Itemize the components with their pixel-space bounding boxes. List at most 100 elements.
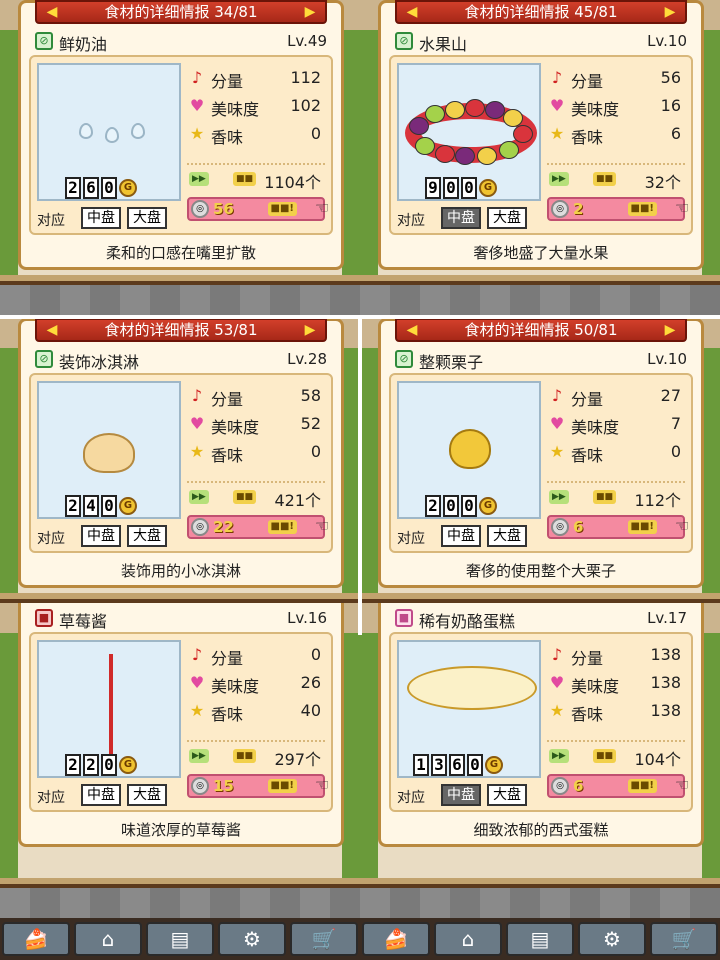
next-arrow-icon[interactable]: ▶	[663, 322, 677, 338]
order-tag-icon: ▶▶	[189, 172, 209, 186]
prev-arrow-icon[interactable]: ◀	[45, 4, 59, 20]
ingredient-image: 220G	[37, 640, 181, 778]
stock-count: 1104个	[264, 173, 321, 192]
next-arrow-icon[interactable]: ▶	[303, 322, 317, 338]
stat-row: ♪ 分量 56	[547, 65, 685, 91]
medium-plate-button[interactable]: 中盘	[81, 207, 121, 229]
ingredient-description: 味道浓厚的草莓酱	[120, 821, 241, 839]
cake-icon[interactable]: 🍰	[2, 922, 70, 956]
cream-drop	[105, 127, 119, 143]
shop-icon[interactable]: ⌂	[74, 922, 142, 956]
ingredient-level: Lv.17	[647, 609, 687, 627]
upgrade-tag-icon: ■■!	[267, 202, 297, 216]
upgrade-medal-bar[interactable]: ◎ 56 ■■! ☜	[187, 197, 329, 221]
upgrade-medal-bar[interactable]: ◎ 2 ■■! ☜	[547, 197, 689, 221]
stat-row: ★ 香味 40	[187, 698, 325, 724]
ingredient-name: 鲜奶油	[59, 35, 108, 54]
shop-icon[interactable]: ⌂	[434, 922, 502, 956]
cart-icon[interactable]: 🛒	[650, 922, 718, 956]
stat-label: 美味度	[211, 677, 260, 696]
prev-arrow-icon[interactable]: ◀	[405, 4, 419, 20]
medal-count: 6	[573, 777, 584, 795]
ingredient-detail-panel: 食材的详细情报 34/81 ◀ ▶ ⊘ 鲜奶油 Lv.49 2 6 0 G 对应 中盘 大盘 ♪ 分量 112…	[18, 0, 344, 270]
gear-bag-icon[interactable]: ⚙	[578, 922, 646, 956]
stat-value: 56	[660, 68, 681, 87]
cake-icon[interactable]: 🍰	[362, 922, 430, 956]
medium-plate-button[interactable]: 中盘	[81, 525, 121, 547]
stat-row: ♪ 分量 27	[547, 383, 685, 409]
cart-icon[interactable]: 🛒	[290, 922, 358, 956]
pointing-hand-icon[interactable]: ☜	[309, 774, 335, 796]
cheesecake	[407, 666, 537, 746]
stat-label: 分量	[571, 72, 604, 91]
price-display: 240G	[65, 495, 137, 519]
ingredient-category-icon: ⊘	[395, 350, 413, 368]
ingredient-description: 柔和的口感在嘴里扩散	[105, 244, 256, 262]
ingredient-detail-panel: 食材的详细情报 50/81 ◀ ▶ ⊘ 整颗栗子 Lv.10 2 0 0 G 对应 中盘 大盘 ♪ 分量 27…	[378, 318, 704, 588]
pointing-hand-icon[interactable]: ☜	[669, 197, 695, 219]
medal-icon: ◎	[551, 518, 569, 536]
pointing-hand-icon[interactable]: ☜	[309, 197, 335, 219]
next-arrow-icon[interactable]: ▶	[303, 4, 317, 20]
gold-coin-icon: G	[479, 179, 497, 197]
pointing-hand-icon[interactable]: ☜	[669, 774, 695, 796]
large-plate-button[interactable]: 大盘	[487, 784, 527, 806]
gold-coin-icon: G	[479, 497, 497, 515]
medium-plate-button[interactable]: 中盘	[441, 784, 481, 806]
large-plate-button[interactable]: 大盘	[127, 525, 167, 547]
card-screenshot: ■ 草莓酱 Lv.16 2 2 0 G 对应 中盘 大盘 ♪ 分量 0 ♥ 美味度 26 ★ 香味 40 ▶▶ ■■ 29…	[0, 603, 360, 918]
pointing-hand-icon[interactable]: ☜	[669, 515, 695, 537]
ice-cream-scoop	[83, 433, 135, 473]
medium-plate-button[interactable]: 中盘	[81, 784, 121, 806]
gold-coin-icon: G	[119, 756, 137, 774]
stat-label: 香味	[571, 446, 604, 465]
stat-row: ★ 香味 6	[547, 121, 685, 147]
upgrade-medal-bar[interactable]: ◎ 15 ■■! ☜	[187, 774, 329, 798]
stat-row: ♪ 分量 0	[187, 642, 325, 668]
star-icon: ★	[189, 124, 205, 143]
stall-icon[interactable]: ▤	[506, 922, 574, 956]
price-digit: 0	[101, 754, 117, 776]
medium-plate-button[interactable]: 中盘	[441, 525, 481, 547]
upgrade-medal-bar[interactable]: ◎ 6 ■■! ☜	[547, 774, 689, 798]
pointing-hand-icon[interactable]: ☜	[309, 515, 335, 537]
large-plate-button[interactable]: 大盘	[127, 784, 167, 806]
ingredient-name-row: ■ 草莓酱 Lv.16	[31, 606, 331, 631]
note-icon: ♪	[191, 645, 203, 664]
card-screenshot: ■ 稀有奶酪蛋糕 Lv.17 1 3 6 0 G 对应 中盘 大盘 ♪ 分量 138 ♥ 美味度 138 ★ 香味 1…	[360, 603, 720, 918]
stat-row: ★ 香味 0	[547, 439, 685, 465]
heart-icon: ♥	[189, 414, 205, 433]
stat-value: 0	[310, 124, 321, 143]
prev-arrow-icon[interactable]: ◀	[405, 322, 419, 338]
plate-compat: 对应 中盘 大盘	[37, 523, 185, 549]
heart-icon: ♥	[189, 673, 205, 692]
heart-icon: ♥	[549, 673, 565, 692]
stock-tag-icon: ■■	[593, 490, 617, 504]
ingredient-category-icon: ⊘	[35, 32, 53, 50]
large-plate-button[interactable]: 大盘	[487, 207, 527, 229]
gear-bag-icon[interactable]: ⚙	[218, 922, 286, 956]
stock-tag-icon: ■■	[233, 490, 257, 504]
ingredient-image: 260G	[37, 63, 181, 201]
ingredient-name-row: ⊘ 整颗栗子 Lv.10	[391, 347, 691, 372]
large-plate-button[interactable]: 大盘	[127, 207, 167, 229]
stat-list: ♪ 分量 56 ♥ 美味度 16 ★ 香味 6	[547, 63, 685, 163]
plate-compat: 对应 中盘 大盘	[397, 782, 545, 808]
ingredient-name-row: ⊘ 鲜奶油 Lv.49	[31, 29, 331, 54]
floor	[0, 281, 360, 315]
stat-row: ♪ 分量 138	[547, 642, 685, 668]
prev-arrow-icon[interactable]: ◀	[45, 322, 59, 338]
card-screenshot: 食材的详细情报 45/81 ◀ ▶ ⊘ 水果山 Lv.10 9 0 0 G 对应 中盘 大盘 ♪ 分量 56 ♥…	[360, 0, 720, 315]
next-arrow-icon[interactable]: ▶	[663, 4, 677, 20]
stat-label: 分量	[211, 649, 244, 668]
upgrade-medal-bar[interactable]: ◎ 22 ■■! ☜	[187, 515, 329, 539]
stat-value: 138	[650, 645, 681, 664]
medium-plate-button[interactable]: 中盘	[441, 207, 481, 229]
detail-body: 2 4 0 G 对应 中盘 大盘 ♪ 分量 58 ♥ 美味度 52 ★ 香味 0 ▶▶ ■■ 421个 ◎ 22 ■■! ☜	[29, 373, 333, 553]
upgrade-medal-bar[interactable]: ◎ 6 ■■! ☜	[547, 515, 689, 539]
upgrade-tag-icon: ■■!	[267, 520, 297, 534]
stall-icon[interactable]: ▤	[146, 922, 214, 956]
price-digit: 0	[443, 177, 459, 199]
stat-value: 6	[670, 124, 681, 143]
large-plate-button[interactable]: 大盘	[487, 525, 527, 547]
